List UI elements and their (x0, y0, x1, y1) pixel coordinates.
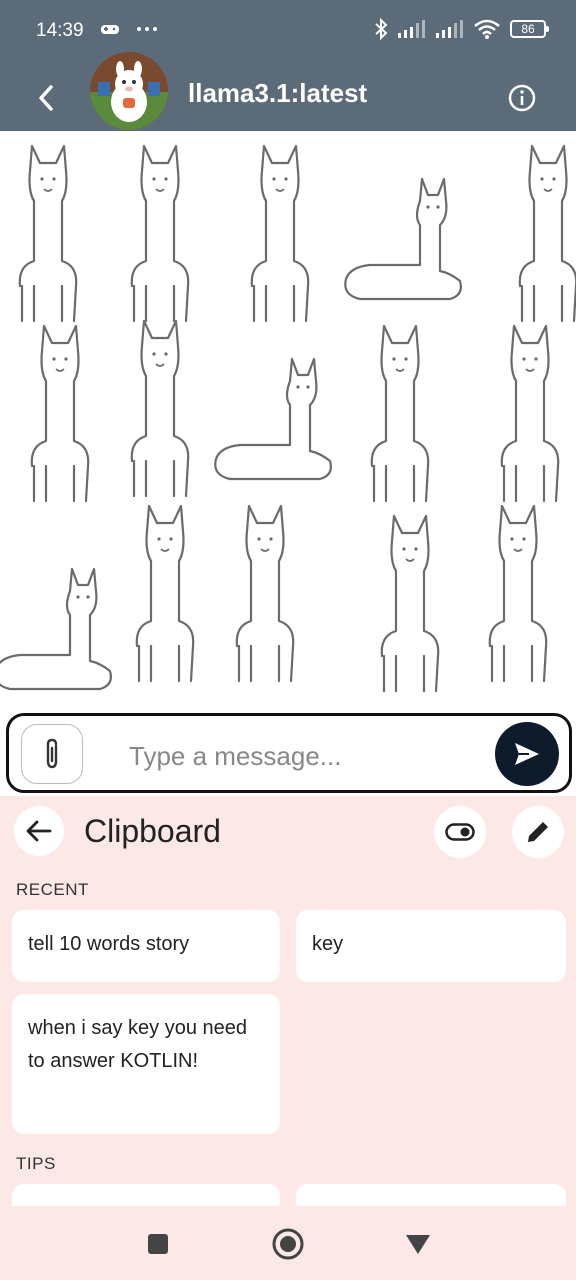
tip-card[interactable] (296, 1184, 566, 1206)
message-input[interactable]: Type a message... (129, 741, 341, 772)
llama-doodle (214, 357, 332, 481)
chat-title: llama3.1:latest (188, 78, 368, 108)
tip-card[interactable] (12, 1184, 280, 1206)
message-composer: Type a message... (6, 713, 572, 793)
clipboard-panel: Clipboard RECENT tell 10 words story key… (0, 796, 576, 1206)
recents-button[interactable] (138, 1224, 178, 1264)
llama-doodle (135, 504, 195, 683)
clipboard-item-text: tell 10 words story (28, 933, 190, 955)
home-button[interactable] (268, 1224, 308, 1264)
pencil-icon (528, 822, 548, 842)
paperclip-icon (46, 738, 58, 769)
home-circle-icon (272, 1228, 304, 1260)
llama-doodle (488, 504, 548, 683)
recent-section-label: RECENT (16, 880, 89, 899)
signal-icon (398, 20, 425, 38)
clipboard-back-button[interactable] (14, 806, 64, 856)
clipboard-title: Clipboard (84, 813, 221, 849)
chat-message-area[interactable] (0, 131, 576, 791)
llama-pattern-background (0, 144, 576, 693)
llama-doodle (380, 514, 440, 693)
status-left-icons (100, 20, 158, 38)
nav-back-button[interactable] (398, 1224, 438, 1264)
llama-doodle (370, 324, 430, 503)
back-arrow-icon (39, 85, 53, 111)
bluetooth-icon (375, 18, 388, 40)
llama-doodle (250, 144, 310, 323)
clipboard-edit-button[interactable] (512, 806, 564, 858)
clipboard-toggle-button[interactable] (434, 806, 486, 858)
back-triangle-icon (406, 1235, 430, 1254)
attach-button[interactable] (21, 724, 83, 784)
llama-doodle (30, 324, 90, 503)
info-button[interactable] (508, 84, 536, 112)
arrow-left-icon (26, 820, 52, 842)
wifi-icon (474, 19, 500, 39)
clipboard-item-text: when i say key you need to answer KOTLIN… (28, 1017, 248, 1072)
battery-indicator: 86 (510, 20, 549, 38)
llama-doodle (130, 144, 190, 323)
clipboard-item[interactable]: tell 10 words story (12, 910, 280, 982)
navigation-bar (0, 1206, 576, 1280)
top-header: 14:39 86 llama3.1:latest (0, 0, 576, 131)
clipboard-item-text: key (312, 933, 344, 955)
llama-doodle (130, 319, 190, 498)
status-bar: 14:39 86 (0, 0, 576, 62)
llama-doodle (500, 324, 560, 503)
llama-avatar-icon (90, 52, 168, 130)
llama-doodle (235, 504, 295, 683)
recents-square-icon (148, 1234, 168, 1254)
clipboard-item[interactable]: when i say key you need to answer KOTLIN… (12, 994, 280, 1134)
status-time: 14:39 (36, 20, 84, 41)
llama-doodle (0, 567, 112, 691)
signal-icon-2 (436, 20, 463, 38)
send-button[interactable] (495, 722, 559, 786)
llama-doodle (518, 144, 576, 323)
gamepad-icon (101, 24, 119, 34)
app-bar: llama3.1:latest (0, 52, 576, 131)
tips-section-label: TIPS (16, 1154, 56, 1173)
avatar[interactable] (90, 52, 168, 130)
toggle-icon (445, 823, 475, 841)
clipboard-item[interactable]: key (296, 910, 566, 982)
back-button[interactable] (28, 80, 64, 116)
send-icon (515, 743, 539, 765)
llama-doodle (344, 177, 462, 301)
info-icon (508, 84, 536, 112)
status-right-icons: 86 (374, 18, 549, 40)
llama-doodle (18, 144, 78, 323)
more-dots-icon (137, 26, 158, 31)
